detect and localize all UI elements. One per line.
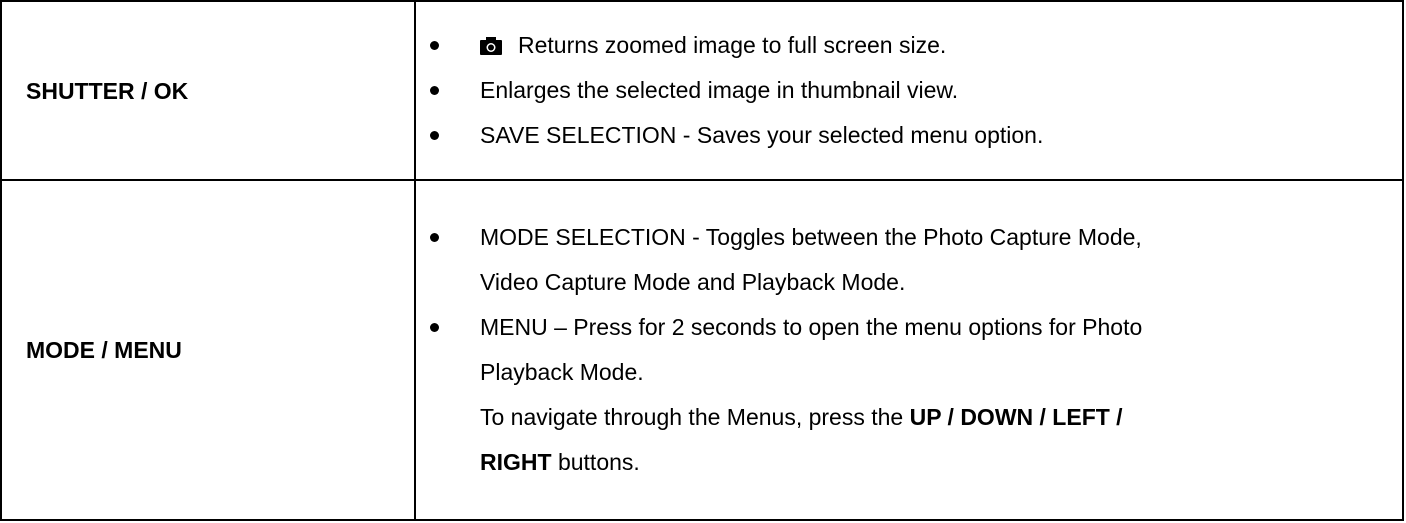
item-text-line: MODE SELECTION - Toggles between the Pho…	[480, 224, 1142, 250]
note-bold-keys: UP / DOWN / LEFT /	[909, 404, 1123, 430]
camera-icon	[480, 37, 502, 55]
description-cell: Returns zoomed image to full screen size…	[414, 0, 1404, 181]
table-row: SHUTTER / OK Returns zoomed image to ful…	[0, 0, 1404, 181]
button-name-shutter-ok: SHUTTER / OK	[26, 77, 189, 104]
item-text: SAVE SELECTION - Saves your selected men…	[480, 122, 1044, 148]
item-text-line: MENU – Press for 2 seconds to open the m…	[480, 314, 1143, 340]
list-item: Returns zoomed image to full screen size…	[416, 23, 1402, 68]
item-text-line: Video Capture Mode and Playback Mode.	[480, 269, 906, 295]
item-text: Returns zoomed image to full screen size…	[518, 32, 947, 58]
item-text: Enlarges the selected image in thumbnail…	[480, 77, 959, 103]
bullet-icon	[430, 41, 439, 50]
bullet-icon	[430, 86, 439, 95]
bullet-list: Returns zoomed image to full screen size…	[416, 23, 1402, 158]
list-item: SAVE SELECTION - Saves your selected men…	[416, 113, 1402, 158]
table-row: MODE / MENU MODE SELECTION - Toggles bet…	[0, 179, 1404, 521]
key-cell: MODE / MENU	[0, 179, 416, 521]
item-text-line: Playback Mode.	[480, 359, 644, 385]
key-cell: SHUTTER / OK	[0, 0, 416, 181]
bullet-icon	[430, 323, 439, 332]
list-item: MODE SELECTION - Toggles between the Pho…	[416, 215, 1402, 305]
navigation-note: To navigate through the Menus, press the…	[416, 395, 1402, 485]
bullet-icon	[430, 131, 439, 140]
list-item: Enlarges the selected image in thumbnail…	[416, 68, 1402, 113]
bullet-icon	[430, 233, 439, 242]
button-function-table: SHUTTER / OK Returns zoomed image to ful…	[0, 0, 1404, 521]
button-name-mode-menu: MODE / MENU	[26, 337, 182, 363]
note-bold-keys: RIGHT	[480, 449, 552, 475]
note-text: To navigate through the Menus, press the	[480, 404, 910, 430]
description-cell: MODE SELECTION - Toggles between the Pho…	[414, 179, 1404, 521]
list-item: MENU – Press for 2 seconds to open the m…	[416, 305, 1402, 395]
bullet-list: MODE SELECTION - Toggles between the Pho…	[416, 215, 1402, 395]
note-text: buttons.	[551, 449, 640, 475]
